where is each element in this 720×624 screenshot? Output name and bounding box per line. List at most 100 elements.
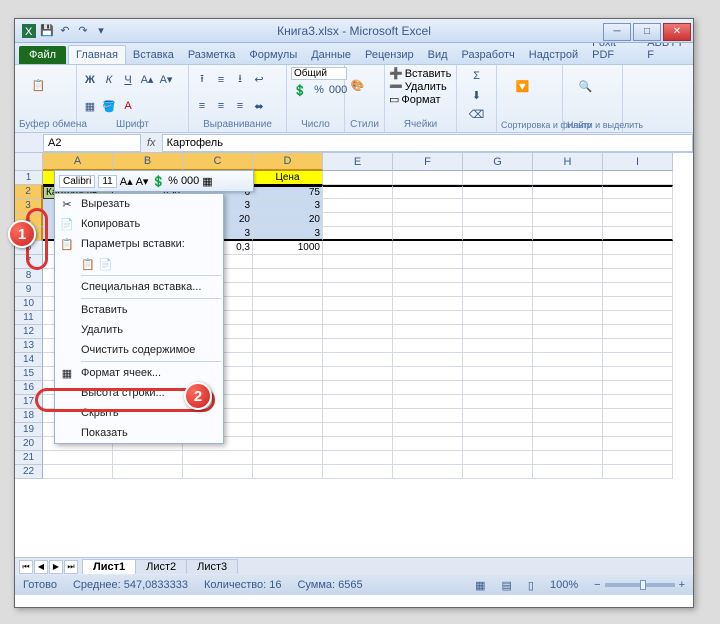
- cell-I7[interactable]: [603, 255, 673, 269]
- tab-formulas[interactable]: Формулы: [242, 46, 304, 64]
- cell-I12[interactable]: [603, 325, 673, 339]
- cell-I18[interactable]: [603, 409, 673, 423]
- qat-dropdown-icon[interactable]: ▾: [93, 23, 109, 39]
- font-grow-icon[interactable]: A▴: [138, 71, 156, 89]
- cell-D3[interactable]: 3: [253, 199, 323, 213]
- cell-H15[interactable]: [533, 367, 603, 381]
- tab-layout[interactable]: Разметка: [181, 46, 243, 64]
- cell-H16[interactable]: [533, 381, 603, 395]
- cell-H3[interactable]: [533, 199, 603, 213]
- mini-shrink-icon[interactable]: A▾: [136, 175, 149, 188]
- mini-size[interactable]: 11: [98, 175, 116, 188]
- view-break-icon[interactable]: ▯: [528, 579, 534, 592]
- cell-F1[interactable]: [393, 171, 463, 185]
- cell-G4[interactable]: [463, 213, 533, 227]
- paste-default-icon[interactable]: 📋: [81, 258, 95, 271]
- styles-icon[interactable]: 🎨: [351, 79, 379, 107]
- sheet-tab-2[interactable]: Лист2: [135, 559, 187, 574]
- cell-H9[interactable]: [533, 283, 603, 297]
- row-header-21[interactable]: 21: [15, 451, 43, 465]
- col-header-I[interactable]: I: [603, 153, 673, 171]
- cell-D18[interactable]: [253, 409, 323, 423]
- cell-H4[interactable]: [533, 213, 603, 227]
- bold-icon[interactable]: Ж: [81, 71, 99, 89]
- align-mid-icon[interactable]: ≡: [212, 71, 230, 89]
- cell-H1[interactable]: [533, 171, 603, 185]
- cell-F11[interactable]: [393, 311, 463, 325]
- cell-E14[interactable]: [323, 353, 393, 367]
- align-center-icon[interactable]: ≡: [212, 97, 230, 115]
- cell-F21[interactable]: [393, 451, 463, 465]
- ctx-cut[interactable]: ✂Вырезать: [55, 194, 223, 214]
- cell-G15[interactable]: [463, 367, 533, 381]
- cell-G12[interactable]: [463, 325, 533, 339]
- tab-home[interactable]: Главная: [68, 45, 126, 64]
- cell-G10[interactable]: [463, 297, 533, 311]
- cell-I5[interactable]: [603, 227, 673, 241]
- cell-F8[interactable]: [393, 269, 463, 283]
- border-icon[interactable]: ▦: [81, 97, 99, 115]
- cells-format[interactable]: ▭Формат: [389, 93, 440, 106]
- clear-icon[interactable]: ⌫: [468, 105, 486, 123]
- ctx-clear[interactable]: Очистить содержимое: [55, 340, 223, 360]
- cell-D8[interactable]: [253, 269, 323, 283]
- tab-addins[interactable]: Надстрой: [522, 46, 585, 64]
- cell-H2[interactable]: [533, 185, 603, 199]
- mini-comma-icon[interactable]: 000: [181, 175, 199, 187]
- cell-I15[interactable]: [603, 367, 673, 381]
- cell-I19[interactable]: [603, 423, 673, 437]
- cell-F10[interactable]: [393, 297, 463, 311]
- formula-bar[interactable]: Картофель: [162, 134, 693, 152]
- zoom-in-icon[interactable]: +: [679, 579, 685, 591]
- tab-review[interactable]: Рецензир: [358, 46, 421, 64]
- cell-E1[interactable]: [323, 171, 393, 185]
- redo-icon[interactable]: ↷: [75, 23, 91, 39]
- cell-E3[interactable]: [323, 199, 393, 213]
- row-header-2[interactable]: 2: [15, 185, 43, 199]
- zoom-level[interactable]: 100%: [550, 579, 578, 591]
- align-top-icon[interactable]: ⭱: [193, 71, 211, 89]
- cell-I16[interactable]: [603, 381, 673, 395]
- align-bot-icon[interactable]: ⭳: [231, 71, 249, 89]
- cell-I6[interactable]: [603, 241, 673, 255]
- mini-border-icon[interactable]: ▦: [202, 175, 212, 188]
- cell-B21[interactable]: [113, 451, 183, 465]
- cell-D7[interactable]: [253, 255, 323, 269]
- cell-D21[interactable]: [253, 451, 323, 465]
- cell-D12[interactable]: [253, 325, 323, 339]
- cell-H19[interactable]: [533, 423, 603, 437]
- cell-D16[interactable]: [253, 381, 323, 395]
- autosum-icon[interactable]: Σ: [468, 67, 486, 85]
- fx-icon[interactable]: fx: [147, 137, 156, 149]
- cell-D11[interactable]: [253, 311, 323, 325]
- cell-D2[interactable]: 75: [253, 185, 323, 199]
- cell-D5[interactable]: 3: [253, 227, 323, 241]
- cell-F2[interactable]: [393, 185, 463, 199]
- file-tab[interactable]: Файл: [19, 46, 66, 64]
- row-header-8[interactable]: 8: [15, 269, 43, 283]
- minimize-button[interactable]: ─: [603, 23, 631, 41]
- cell-F17[interactable]: [393, 395, 463, 409]
- cell-G5[interactable]: [463, 227, 533, 241]
- cell-G8[interactable]: [463, 269, 533, 283]
- name-box[interactable]: A2: [43, 134, 141, 152]
- cell-G14[interactable]: [463, 353, 533, 367]
- cell-H8[interactable]: [533, 269, 603, 283]
- cell-G2[interactable]: [463, 185, 533, 199]
- merge-icon[interactable]: ⬌: [250, 97, 268, 115]
- cell-G1[interactable]: [463, 171, 533, 185]
- zoom-slider[interactable]: − +: [594, 579, 685, 591]
- mini-currency-icon[interactable]: 💲: [151, 175, 165, 188]
- col-header-H[interactable]: H: [533, 153, 603, 171]
- maximize-button[interactable]: □: [633, 23, 661, 41]
- cell-H20[interactable]: [533, 437, 603, 451]
- cell-I9[interactable]: [603, 283, 673, 297]
- mini-grow-icon[interactable]: A▴: [120, 175, 133, 188]
- cell-I3[interactable]: [603, 199, 673, 213]
- cell-F4[interactable]: [393, 213, 463, 227]
- cell-I2[interactable]: [603, 185, 673, 199]
- mini-percent-icon[interactable]: %: [168, 175, 178, 187]
- cell-G21[interactable]: [463, 451, 533, 465]
- undo-icon[interactable]: ↶: [57, 23, 73, 39]
- cell-F12[interactable]: [393, 325, 463, 339]
